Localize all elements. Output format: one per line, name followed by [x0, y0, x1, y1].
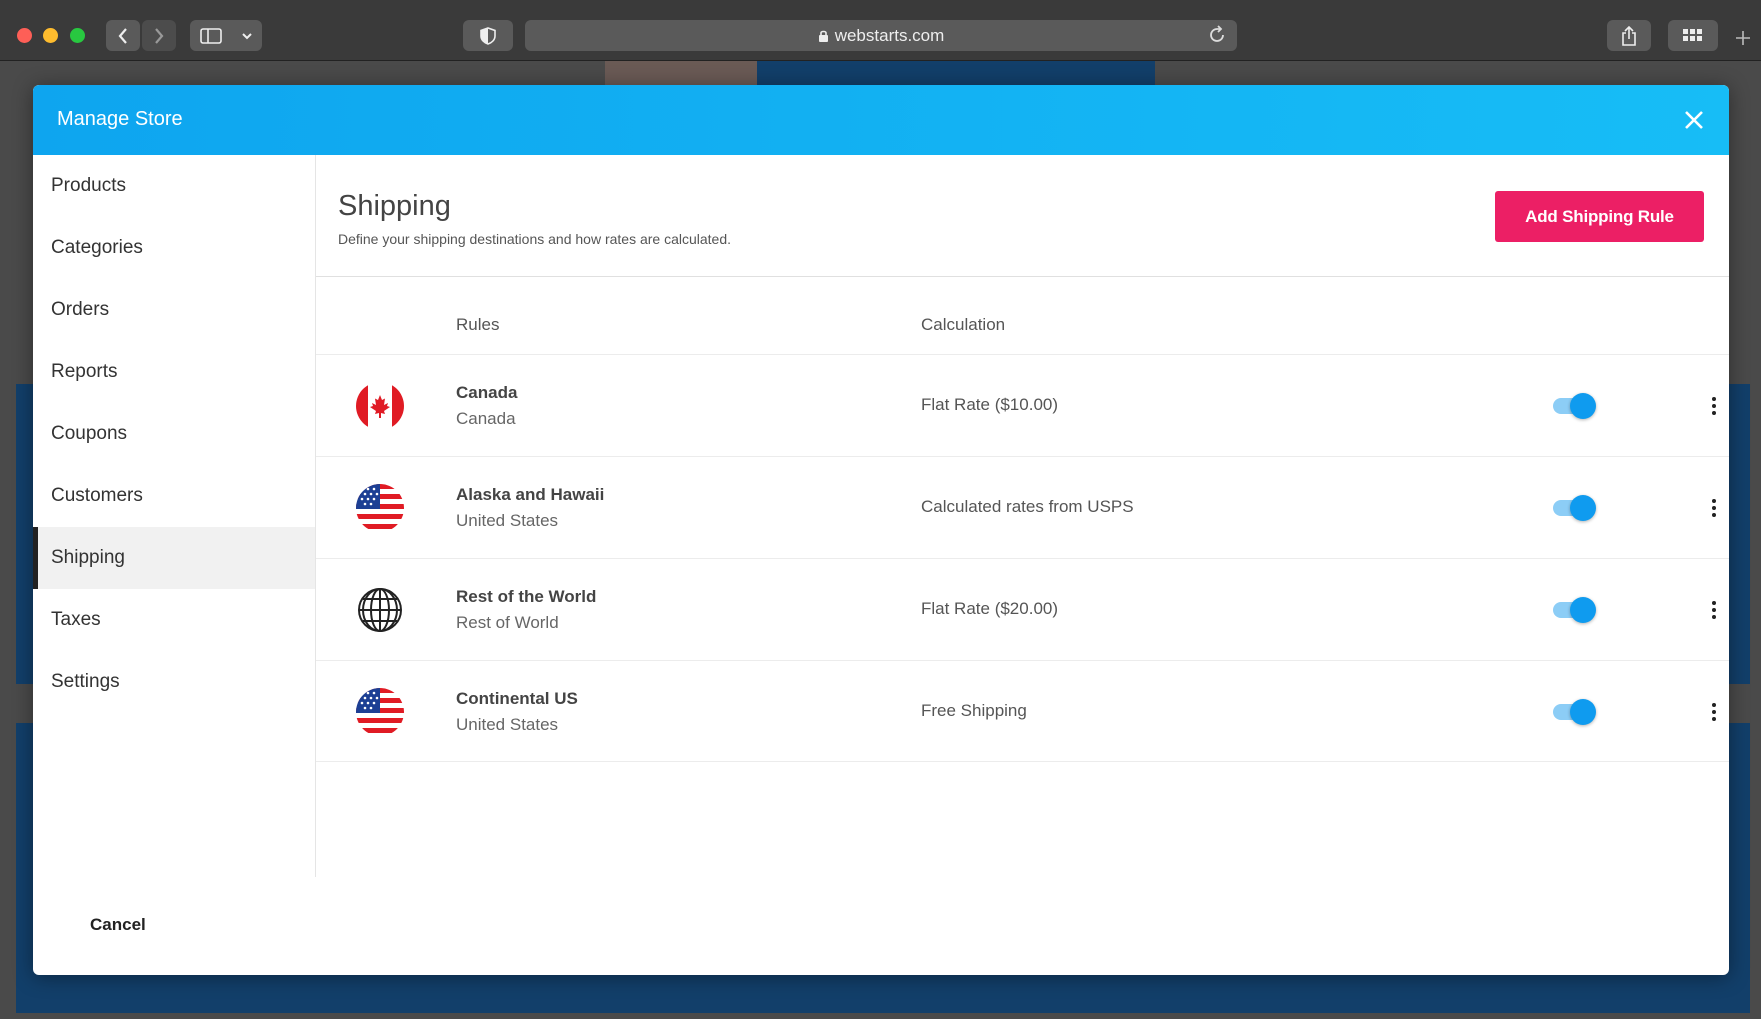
chevron-left-icon [118, 27, 127, 44]
address-text: webstarts.com [834, 25, 945, 45]
reload-icon[interactable] [1207, 24, 1227, 46]
shipping-panel: Shipping Define your shipping destinatio… [316, 155, 1729, 877]
cancel-button[interactable]: Cancel [90, 915, 146, 935]
sidebar-item-reports[interactable]: Reports [33, 341, 315, 403]
more-options-icon[interactable] [1708, 597, 1720, 623]
more-options-icon[interactable] [1708, 699, 1720, 725]
table-row[interactable]: Alaska and Hawaii United States Calculat… [316, 456, 1729, 558]
rule-enabled-toggle[interactable] [1553, 597, 1596, 623]
canada-flag-icon [356, 382, 404, 430]
grid-icon [1683, 29, 1702, 41]
table-row[interactable]: Rest of the World Rest of World Flat Rat… [316, 558, 1729, 660]
globe-icon [356, 586, 404, 634]
sidebar-item-settings[interactable]: Settings [33, 651, 315, 713]
sidebar-item-coupons[interactable]: Coupons [33, 403, 315, 465]
chevron-down-icon [242, 32, 252, 39]
header-divider [316, 276, 1729, 277]
browser-toolbar: webstarts.com [0, 0, 1761, 61]
column-header-calculation: Calculation [921, 315, 1006, 334]
background-image [605, 61, 757, 85]
rule-region: Rest of World [456, 613, 559, 632]
manage-store-modal: Manage Store Products Categories Orders … [33, 85, 1729, 975]
forward-button[interactable] [142, 20, 176, 51]
window-zoom-button[interactable] [70, 28, 85, 43]
rule-enabled-toggle[interactable] [1553, 699, 1596, 725]
add-shipping-rule-button[interactable]: Add Shipping Rule [1495, 191, 1704, 242]
new-tab-button[interactable] [1735, 30, 1751, 51]
rule-calculation: Free Shipping [921, 701, 1027, 720]
sidebar-icon [200, 27, 222, 44]
window-close-button[interactable] [17, 28, 32, 43]
rule-calculation: Calculated rates from USPS [921, 497, 1134, 516]
plus-icon [1736, 31, 1750, 45]
table-row[interactable]: Continental US United States Free Shippi… [316, 660, 1729, 762]
back-button[interactable] [106, 20, 140, 51]
close-icon[interactable] [1681, 107, 1707, 133]
sidebar-item-taxes[interactable]: Taxes [33, 589, 315, 651]
sidebar-item-shipping[interactable]: Shipping [33, 527, 315, 589]
rule-region: Canada [456, 409, 516, 428]
rule-region: United States [456, 715, 559, 734]
more-options-icon[interactable] [1708, 495, 1720, 521]
privacy-shield-button[interactable] [463, 20, 513, 51]
page-title: Shipping [338, 190, 451, 222]
page-subtitle: Define your shipping destinations and ho… [338, 231, 732, 247]
share-button[interactable] [1607, 20, 1651, 51]
rule-name: Canada [456, 383, 518, 402]
rule-calculation: Flat Rate ($10.00) [921, 395, 1059, 414]
rule-name: Alaska and Hawaii [456, 485, 605, 504]
address-bar[interactable]: webstarts.com [525, 20, 1237, 51]
chevron-right-icon [155, 27, 164, 44]
modal-title: Manage Store [57, 108, 183, 130]
sidebar-item-products[interactable]: Products [33, 155, 315, 217]
share-icon [1622, 25, 1636, 46]
us-flag-icon [356, 688, 404, 736]
table-row[interactable]: Canada Canada Flat Rate ($10.00) [316, 354, 1729, 456]
column-header-rules: Rules [456, 315, 500, 334]
rule-name: Rest of the World [456, 587, 597, 606]
tab-overview-button[interactable] [1668, 20, 1718, 51]
rule-region: United States [456, 511, 559, 530]
rule-enabled-toggle[interactable] [1553, 495, 1596, 521]
more-options-icon[interactable] [1708, 393, 1720, 419]
store-sidebar: Products Categories Orders Reports Coupo… [33, 155, 316, 877]
modal-header: Manage Store [33, 85, 1729, 155]
rule-enabled-toggle[interactable] [1553, 393, 1596, 419]
sidebar-item-customers[interactable]: Customers [33, 465, 315, 527]
rule-name: Continental US [456, 689, 578, 708]
window-minimize-button[interactable] [43, 28, 58, 43]
background-banner [757, 61, 1155, 85]
sidebar-toggle-button[interactable] [190, 20, 262, 51]
us-flag-icon [356, 484, 404, 532]
lock-icon [818, 30, 828, 42]
rule-calculation: Flat Rate ($20.00) [921, 599, 1059, 618]
shield-icon [480, 26, 496, 45]
sidebar-item-categories[interactable]: Categories [33, 217, 315, 279]
sidebar-item-orders[interactable]: Orders [33, 279, 315, 341]
